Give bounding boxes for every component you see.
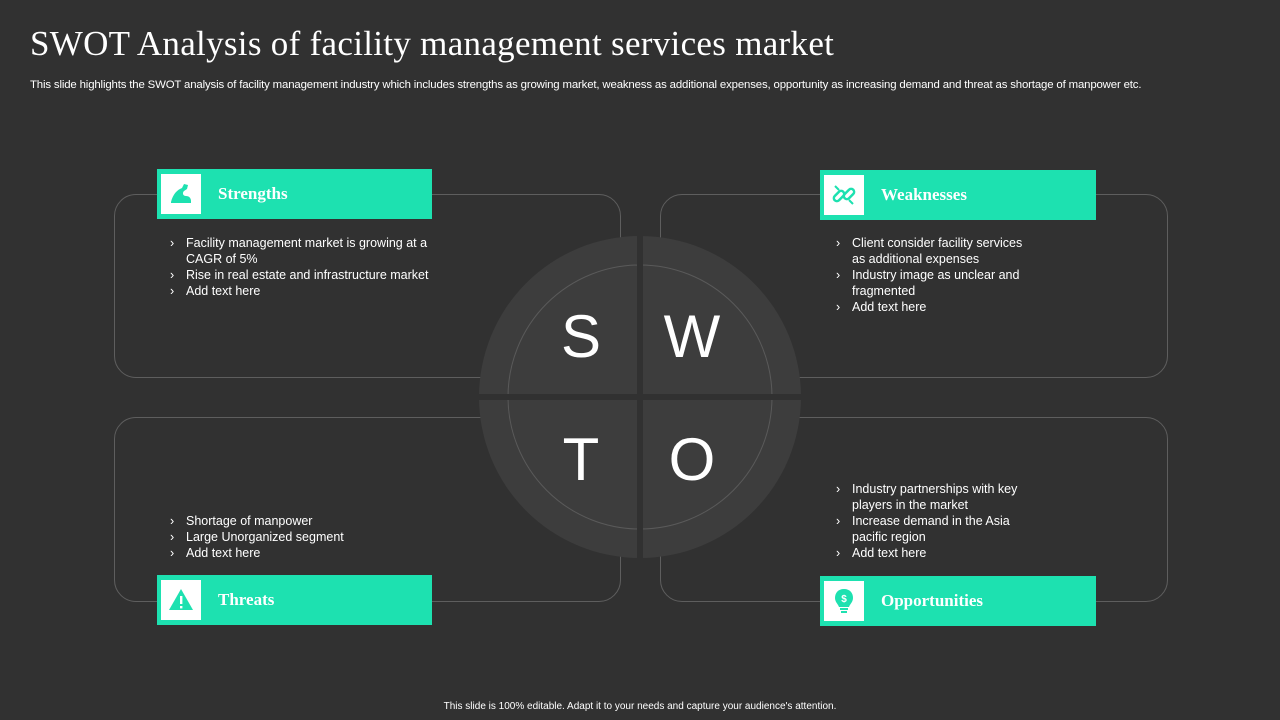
weaknesses-banner: Weaknesses: [820, 170, 1096, 220]
list-item: Add text here: [834, 545, 1034, 561]
swot-letter-s: S: [560, 303, 602, 370]
list-item: Add text here: [168, 283, 458, 299]
list-item: Shortage of manpower: [168, 513, 458, 529]
list-item: Add text here: [834, 299, 1034, 315]
weaknesses-list: Client consider facility services as add…: [834, 235, 1034, 315]
swot-letter-w: W: [663, 303, 721, 370]
swot-letter-t: T: [562, 426, 600, 493]
list-item: Industry image as unclear and fragmented: [834, 267, 1034, 299]
weaknesses-label: Weaknesses: [881, 185, 967, 204]
strengths-banner: Strengths: [157, 169, 432, 219]
list-item: Large Unorganized segment: [168, 529, 458, 545]
strengths-label: Strengths: [218, 184, 288, 203]
flexed-arm-icon: [161, 174, 201, 214]
list-item: Increase demand in the Asia pacific regi…: [834, 513, 1034, 545]
lightbulb-dollar-icon: $: [824, 581, 864, 621]
list-item: Rise in real estate and infrastructure m…: [168, 267, 458, 283]
threats-list: Shortage of manpower Large Unorganized s…: [168, 513, 458, 561]
threats-label: Threats: [218, 590, 275, 609]
threats-banner: Threats: [157, 575, 432, 625]
opportunities-banner: $ Opportunities: [820, 576, 1096, 626]
list-item: Client consider facility services as add…: [834, 235, 1034, 267]
footer-note: This slide is 100% editable. Adapt it to…: [443, 701, 837, 712]
list-item: Add text here: [168, 545, 458, 561]
svg-text:$: $: [841, 594, 847, 605]
swot-horizontal-divider: [475, 394, 805, 400]
opportunities-label: Opportunities: [881, 591, 984, 610]
opportunities-list: Industry partnerships with key players i…: [834, 481, 1034, 561]
swot-letter-o: O: [668, 426, 716, 493]
list-item: Industry partnerships with key players i…: [834, 481, 1034, 513]
broken-link-icon: [824, 175, 864, 215]
list-item: Facility management market is growing at…: [168, 235, 458, 267]
strengths-list: Facility management market is growing at…: [168, 235, 458, 299]
warning-icon: [161, 580, 201, 620]
